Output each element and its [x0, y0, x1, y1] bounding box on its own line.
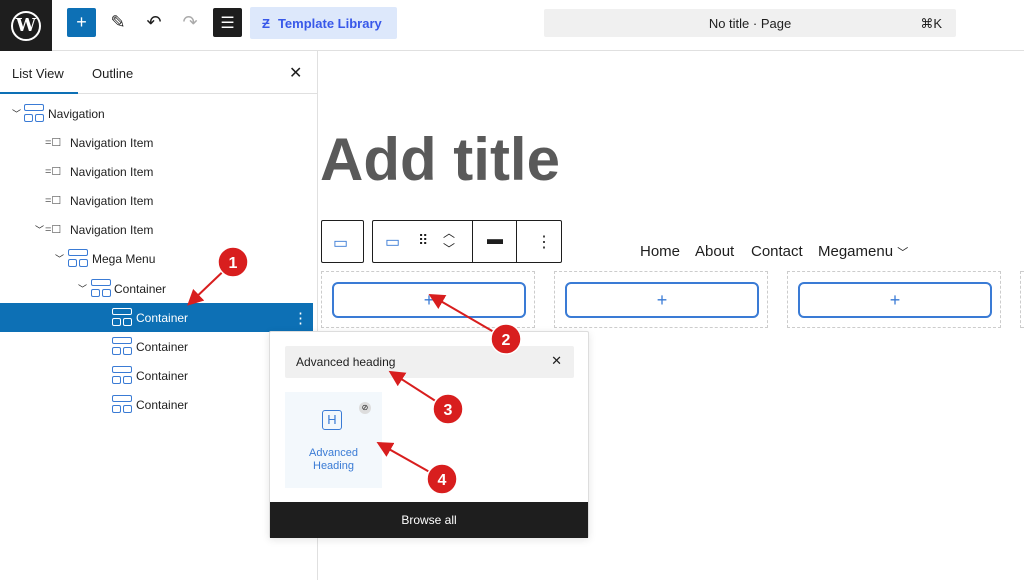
annotation-number: 4	[438, 472, 447, 489]
annotation-number: 1	[229, 255, 238, 272]
annotation-number: 3	[444, 402, 453, 419]
annotation-overlay: 1 2 3 4	[187, 246, 522, 495]
annotation-number: 2	[502, 332, 511, 349]
